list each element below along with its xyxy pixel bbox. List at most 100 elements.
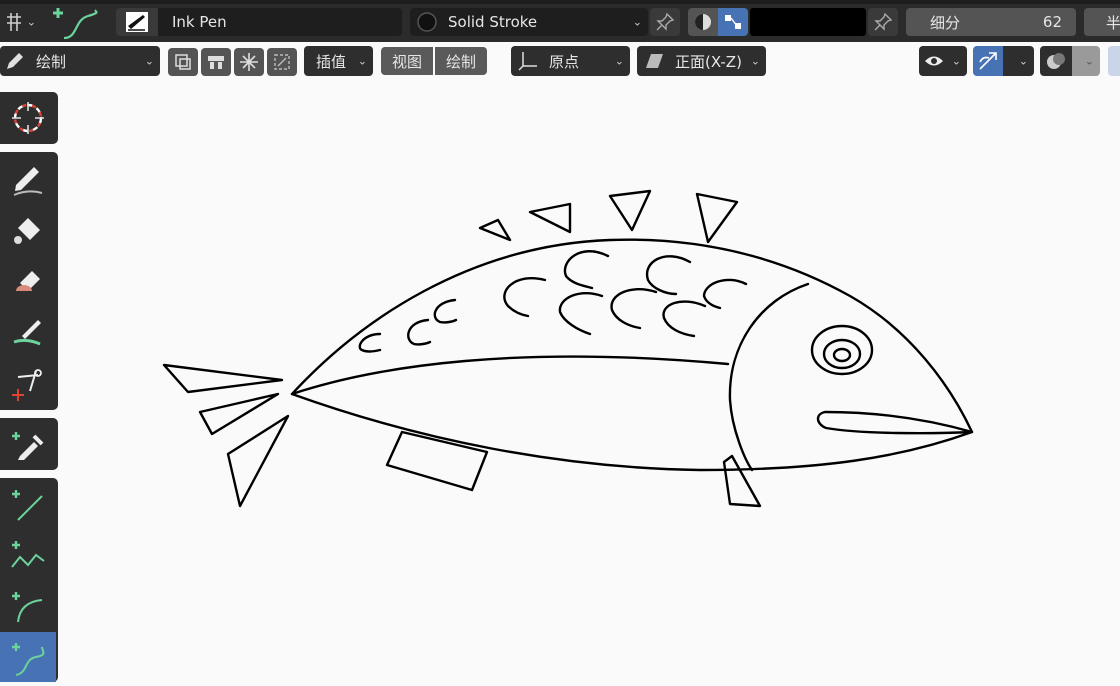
interpolate-menu[interactable]: 插值 ⌄ [304, 46, 373, 76]
stack-icon [208, 56, 224, 69]
vertex-color-icon [725, 15, 741, 29]
tool-group-eyedropper [0, 418, 58, 470]
curve-tool[interactable] [0, 632, 56, 682]
gizmo-icon [979, 52, 997, 70]
draw-label: 绘制 [445, 52, 476, 71]
transform-button[interactable] [267, 48, 297, 76]
color-mode-material-button[interactable] [688, 8, 718, 36]
view-menu-button[interactable]: 视图 [381, 47, 433, 75]
material-selector[interactable]: Solid Stroke ⌄ [410, 8, 648, 36]
chevron-down-icon: ⌄ [750, 54, 760, 68]
origin-selector[interactable]: 原点 ⌄ [511, 46, 630, 76]
rear-fin [722, 454, 762, 508]
color-mode-vertex-button[interactable] [718, 8, 748, 36]
polyline-tool[interactable] [0, 530, 56, 580]
dorsal-spike-2 [528, 202, 572, 234]
tail-fin-bottom [226, 414, 290, 508]
draw-tool[interactable] [0, 154, 56, 204]
brush-selector[interactable]: Ink Pen [116, 8, 402, 36]
brush-name: Ink Pen [172, 13, 227, 31]
multiframe-button[interactable] [168, 48, 198, 76]
chevron-down-icon: ⌄ [632, 15, 642, 29]
tool-settings-header: ⌄ Ink Pen Solid Stroke ⌄ 细分 62 半 [0, 0, 1120, 42]
tool-group-shapes [0, 478, 58, 682]
arc-tool[interactable] [0, 581, 56, 631]
tool-group-cursor [0, 92, 58, 144]
curve-icon [12, 643, 45, 676]
curve-tool-header-icon [48, 4, 102, 42]
fish-eye-inner [822, 338, 862, 370]
eyedropper-icon [12, 432, 44, 460]
pin-icon [656, 12, 675, 31]
eye-icon [925, 56, 943, 66]
draw-mode-icon [7, 53, 23, 69]
belly-fin [385, 430, 489, 492]
chevron-down-icon: ⌄ [357, 54, 367, 68]
dorsal-spike-1 [478, 218, 512, 242]
header-top-stripe [0, 0, 1120, 4]
fish-body-outline [290, 238, 974, 472]
view-label: 视图 [391, 52, 422, 71]
material-name: Solid Stroke [448, 13, 538, 31]
axis-icon [518, 52, 537, 71]
bucket-icon [14, 218, 40, 244]
tint-brush-icon [13, 320, 41, 346]
dorsal-spike-3 [608, 189, 652, 232]
fish-mouth [816, 410, 974, 435]
tail-fin-middle [198, 392, 280, 436]
snowflake-button[interactable] [234, 48, 264, 76]
scale [563, 250, 610, 290]
pin-material-button[interactable] [650, 8, 680, 36]
chevron-down-icon: ⌄ [26, 15, 36, 29]
scale [503, 277, 547, 318]
tail-fin-top [162, 363, 284, 394]
scale [662, 300, 707, 338]
erase-tool[interactable] [0, 256, 56, 306]
material-sphere-icon [417, 12, 437, 32]
chevron-down-icon: ⌄ [144, 54, 154, 68]
fill-tool[interactable] [0, 205, 56, 255]
tint-tool[interactable] [0, 307, 56, 357]
snapping-dropdown[interactable]: ⌄ [0, 8, 42, 36]
polyline-icon [11, 541, 45, 568]
brush-color-swatch[interactable] [750, 8, 866, 36]
overlay-icon [1047, 53, 1065, 69]
plane-selector[interactable]: 正面(X-Z) ⌄ [637, 46, 766, 76]
pin-color-button[interactable] [868, 8, 898, 36]
gizmo-dropdown[interactable]: ⌄ [1003, 46, 1034, 76]
overlay-toggle[interactable] [1040, 46, 1072, 76]
fish-drawing [162, 189, 974, 508]
line-tool[interactable] [0, 479, 56, 529]
layers-icon [175, 54, 191, 70]
plane-label: 正面(X-Z) [675, 52, 742, 71]
snowflake-icon [240, 53, 258, 71]
scale [558, 291, 604, 336]
overlay-dropdown[interactable]: ⌄ [1072, 46, 1100, 76]
mode-selector[interactable]: 绘制 ⌄ [0, 46, 160, 76]
viewport-header: 绘制 ⌄ 插值 ⌄ 视图 绘制 原点 ⌄ 正面(X-Z) ⌄ ⌄ ⌄ ⌄ [0, 42, 1120, 80]
visibility-dropdown[interactable]: ⌄ [919, 46, 967, 76]
scale [610, 288, 658, 330]
draw-menu-button[interactable]: 绘制 [435, 47, 487, 75]
arc-icon [12, 592, 43, 623]
cursor-tool[interactable] [0, 93, 56, 143]
eyedropper-tool[interactable] [0, 419, 56, 469]
interpolate-label: 插值 [316, 52, 347, 71]
subdivide-label: 细分 [930, 13, 961, 32]
gizmo-toggle[interactable] [973, 46, 1003, 76]
pin-icon [874, 12, 893, 31]
chevron-down-icon: ⌄ [951, 54, 961, 68]
drawing-canvas[interactable] [60, 80, 1120, 682]
pencil-icon [13, 167, 43, 196]
cursor-icon [12, 102, 44, 134]
cutter-tool[interactable] [0, 358, 56, 408]
subdivide-field[interactable]: 细分 62 [906, 8, 1076, 36]
mode-label: 绘制 [36, 52, 67, 71]
scale [433, 298, 458, 324]
brush-preview [116, 8, 158, 36]
chevron-down-icon: ⌄ [1018, 54, 1028, 68]
origin-label: 原点 [549, 52, 580, 71]
shading-toggle[interactable] [1108, 46, 1120, 76]
autokey-button[interactable] [201, 48, 231, 76]
cut-field[interactable]: 半 [1084, 8, 1120, 36]
